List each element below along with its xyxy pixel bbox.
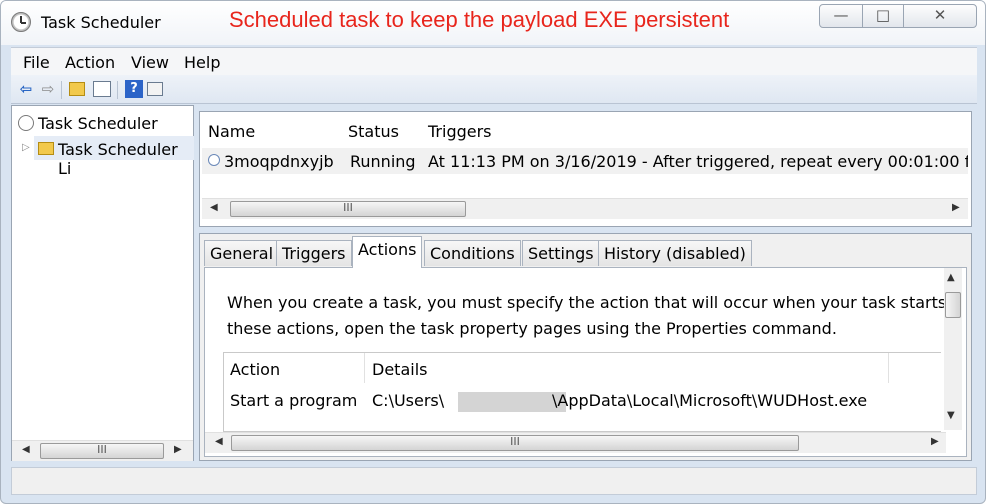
minimize-icon: —	[833, 6, 849, 24]
task-scheduler-window: Task Scheduler Scheduled task to keep th…	[0, 0, 986, 504]
scroll-thumb[interactable]: III	[231, 435, 799, 451]
folder-up-icon[interactable]	[69, 82, 85, 96]
menu-help[interactable]: Help	[184, 53, 220, 72]
task-name[interactable]: 3moqpdnxyjb	[224, 152, 334, 171]
scroll-thumb[interactable]: III	[40, 443, 164, 459]
actions-horizontal-scrollbar[interactable]: ◀ III ▶	[205, 432, 946, 453]
close-button[interactable]: ✕	[903, 4, 977, 28]
back-arrow-icon[interactable]: ⇦	[17, 80, 35, 98]
toolbar: ⇦ ⇨ ?	[11, 75, 977, 104]
main-pane: Name Status Triggers 3moqpdnxyjb Running…	[199, 105, 977, 461]
scroll-right-icon[interactable]: ▶	[174, 444, 182, 455]
menu-action[interactable]: Action	[65, 53, 115, 72]
annotation-caption: Scheduled task to keep the payload EXE p…	[229, 7, 730, 32]
tab-settings[interactable]: Settings	[522, 240, 600, 266]
column-divider[interactable]	[364, 353, 365, 383]
description-line-2: these actions, open the task property pa…	[227, 319, 837, 338]
action-type[interactable]: Start a program	[230, 391, 357, 410]
forward-arrow-icon[interactable]: ⇨	[39, 80, 57, 98]
grip-icon: III	[343, 201, 353, 214]
task-list: Name Status Triggers 3moqpdnxyjb Running…	[199, 111, 972, 227]
scroll-thumb[interactable]: III	[230, 201, 466, 217]
toolbar-separator	[61, 81, 62, 99]
actions-tab-content: When you create a task, you must specify…	[204, 267, 967, 457]
scroll-down-icon[interactable]: ▼	[947, 410, 955, 421]
tree-horizontal-scrollbar[interactable]: ◀ III ▶	[12, 440, 193, 461]
tab-triggers[interactable]: Triggers	[276, 240, 352, 266]
menu-view[interactable]: View	[131, 53, 169, 72]
maximize-icon: □	[875, 6, 891, 24]
task-status[interactable]: Running	[350, 152, 416, 171]
tab-conditions[interactable]: Conditions	[424, 240, 521, 266]
show-hide-pane-icon[interactable]	[93, 81, 111, 97]
tree-item-library[interactable]: Task Scheduler Li	[58, 140, 193, 178]
console-tree: Task Scheduler (Loc ▷ Task Scheduler Li …	[11, 105, 194, 461]
column-header-action[interactable]: Action	[230, 360, 280, 379]
actions-vertical-scrollbar[interactable]: ▲ ▼	[944, 268, 962, 430]
task-details-tabs: General Triggers Actions Conditions Sett…	[199, 233, 972, 461]
grip-icon: III	[97, 443, 107, 456]
tab-actions[interactable]: Actions	[352, 236, 423, 268]
status-bar	[11, 467, 977, 495]
scroll-right-icon[interactable]: ▶	[931, 436, 939, 447]
column-header-status[interactable]: Status	[348, 122, 399, 141]
scroll-left-icon[interactable]: ◀	[210, 202, 218, 213]
scroll-up-icon[interactable]: ▲	[947, 272, 955, 283]
view-icon[interactable]	[147, 82, 163, 96]
menu-file[interactable]: File	[23, 53, 50, 72]
task-triggers[interactable]: At 11:13 PM on 3/16/2019 - After trigger…	[428, 152, 968, 171]
actions-table: Action Details Start a program C:\Users\…	[223, 352, 941, 432]
minimize-button[interactable]: —	[819, 4, 863, 28]
task-scheduler-root-icon	[18, 115, 34, 131]
tab-general[interactable]: General	[204, 240, 280, 266]
title-bar[interactable]: Task Scheduler Scheduled task to keep th…	[1, 1, 985, 45]
task-scheduler-clock-icon	[11, 12, 31, 32]
expand-arrow-icon[interactable]: ▷	[22, 142, 30, 153]
action-details-suffix[interactable]: \AppData\Local\Microsoft\WUDHost.exe	[552, 391, 867, 410]
scroll-left-icon[interactable]: ◀	[215, 436, 223, 447]
redacted-username	[458, 392, 566, 412]
grip-icon: III	[510, 435, 520, 448]
scroll-left-icon[interactable]: ◀	[22, 444, 30, 455]
actions-description: When you create a task, you must specify…	[227, 290, 951, 342]
menu-bar: File Action View Help	[11, 47, 977, 76]
column-divider[interactable]	[888, 353, 889, 383]
tab-history[interactable]: History (disabled)	[598, 240, 752, 266]
window-title: Task Scheduler	[41, 13, 161, 32]
task-list-horizontal-scrollbar[interactable]: ◀ III ▶	[202, 198, 968, 219]
column-header-triggers[interactable]: Triggers	[428, 122, 492, 141]
close-icon: ✕	[933, 6, 947, 24]
description-line-1: When you create a task, you must specify…	[227, 293, 952, 312]
task-clock-icon	[208, 154, 220, 166]
scroll-thumb[interactable]	[945, 292, 961, 318]
help-icon[interactable]: ?	[125, 80, 143, 98]
column-header-name[interactable]: Name	[208, 122, 255, 141]
library-folder-icon	[38, 142, 54, 155]
scroll-right-icon[interactable]: ▶	[952, 202, 960, 213]
action-details-prefix[interactable]: C:\Users\	[372, 391, 444, 410]
column-header-details[interactable]: Details	[372, 360, 427, 379]
toolbar-separator	[117, 81, 118, 99]
maximize-button[interactable]: □	[862, 4, 904, 28]
